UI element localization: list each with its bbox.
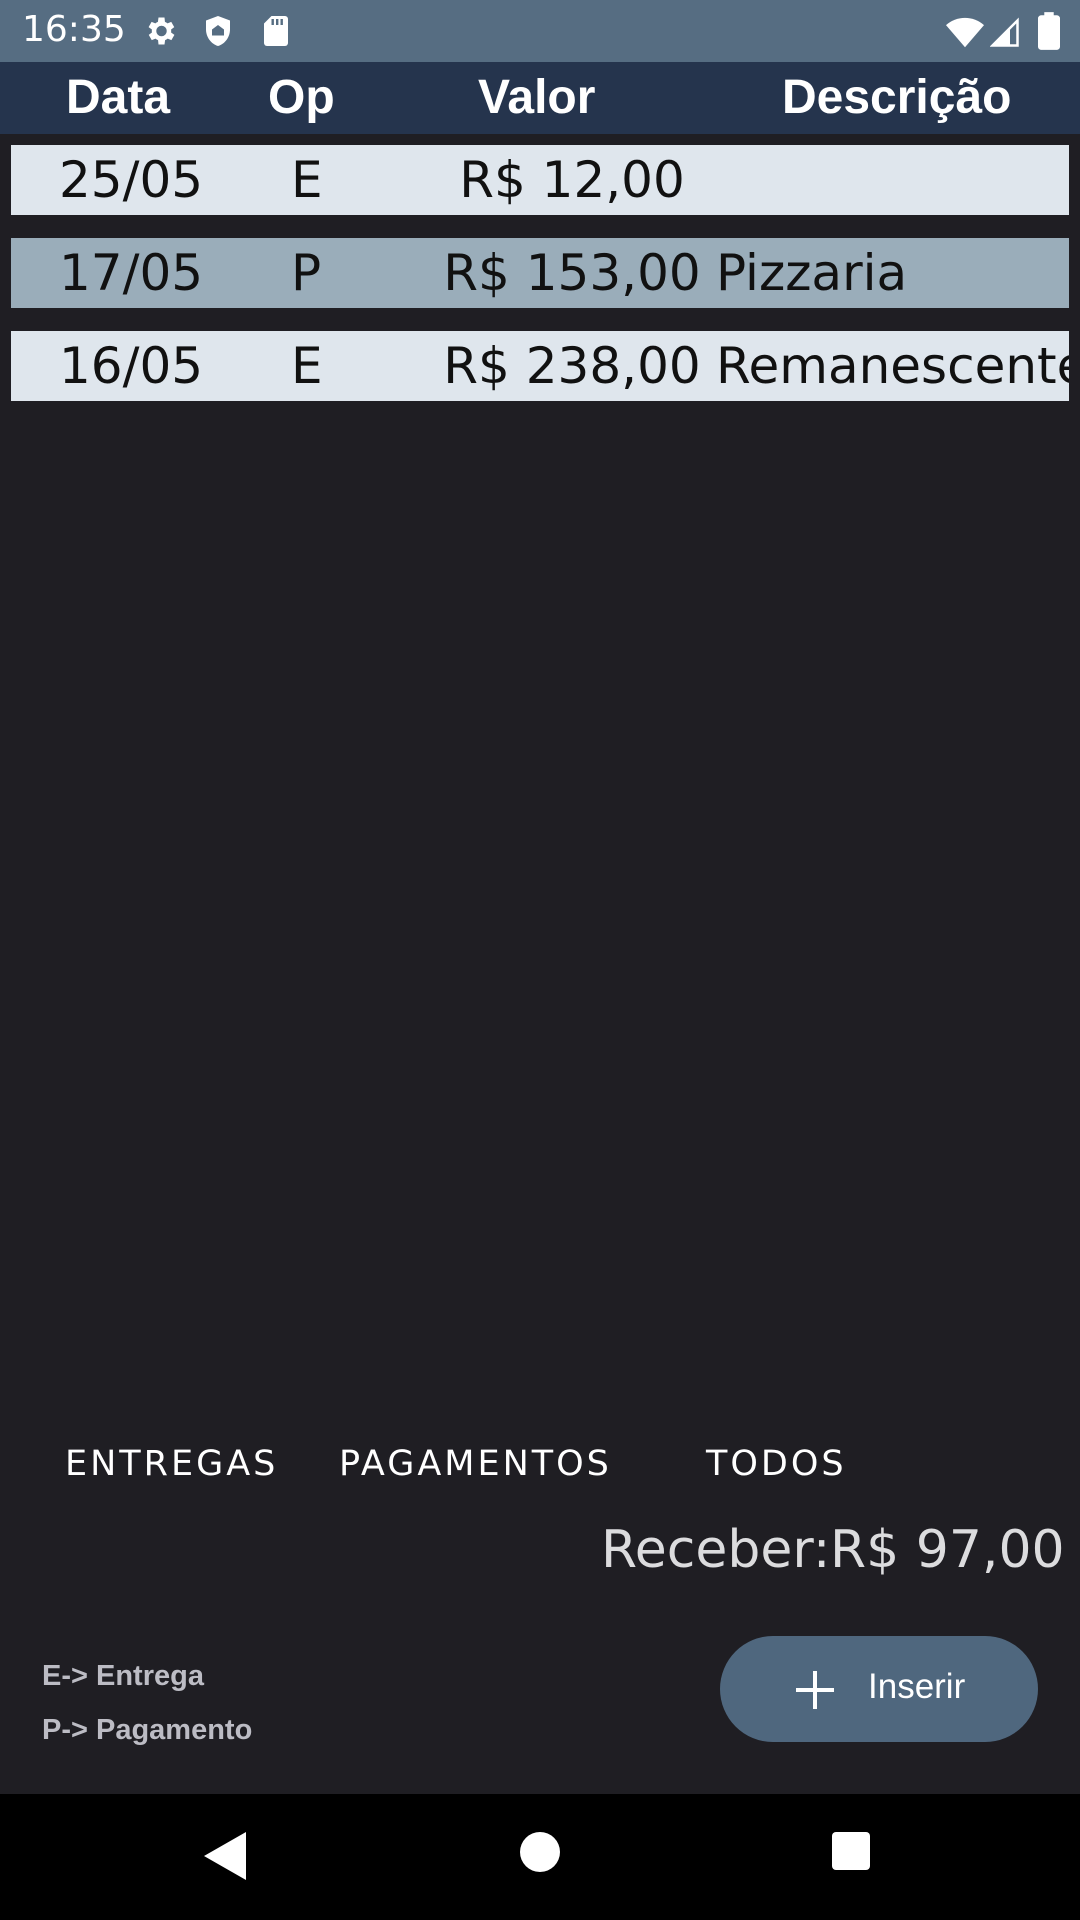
legend-entrega: E-> Entrega — [42, 1660, 204, 1692]
recents-icon[interactable] — [832, 1832, 870, 1870]
row-op: P — [291, 244, 322, 302]
row-value: R$ 153,00 — [443, 244, 701, 302]
legend-pagamento: P-> Pagamento — [42, 1714, 253, 1746]
row-date: 17/05 — [59, 244, 204, 302]
row-value: R$ 12,00 — [459, 151, 685, 209]
header-date: Data — [66, 71, 171, 124]
shield-icon — [206, 16, 230, 46]
status-time: 16:35 — [22, 9, 126, 50]
table-row[interactable]: 16/05 E R$ 238,00 Remanescente — [11, 331, 1069, 401]
battery-icon — [1038, 12, 1060, 50]
row-description: Remanescente — [716, 337, 1069, 395]
row-description: Pizzaria — [716, 244, 908, 302]
row-date: 16/05 — [59, 337, 204, 395]
status-bar: 16:35 — [0, 0, 1080, 62]
navigation-bar — [0, 1794, 1080, 1920]
insert-button[interactable]: Inserir — [720, 1636, 1038, 1742]
signal-icon — [990, 17, 1019, 47]
table-header: Data Op Valor Descrição — [0, 62, 1080, 134]
filter-pagamentos-button[interactable]: PAGAMENTOS — [339, 1444, 612, 1484]
insert-button-label: Inserir — [868, 1667, 966, 1706]
receber-value: R$ 97,00 — [830, 1520, 1065, 1580]
filter-entregas-button[interactable]: ENTREGAS — [65, 1444, 278, 1484]
row-date: 25/05 — [59, 151, 204, 209]
sd-card-icon — [264, 16, 288, 46]
gear-icon — [148, 17, 175, 45]
row-value: R$ 238,00 — [443, 337, 701, 395]
table-row[interactable]: 17/05 P R$ 153,00 Pizzaria — [11, 238, 1069, 308]
back-icon[interactable] — [204, 1832, 246, 1880]
row-op: E — [291, 151, 323, 209]
header-value: Valor — [478, 71, 596, 124]
header-description: Descrição — [782, 71, 1012, 124]
filter-todos-button[interactable]: TODOS — [706, 1444, 847, 1484]
receber-label: Receber: — [601, 1520, 831, 1580]
home-icon[interactable] — [520, 1832, 560, 1872]
wifi-icon — [946, 17, 984, 48]
plus-icon — [796, 1671, 834, 1709]
table-row[interactable]: 25/05 E R$ 12,00 — [11, 145, 1069, 215]
row-op: E — [291, 337, 323, 395]
header-op: Op — [268, 71, 335, 124]
